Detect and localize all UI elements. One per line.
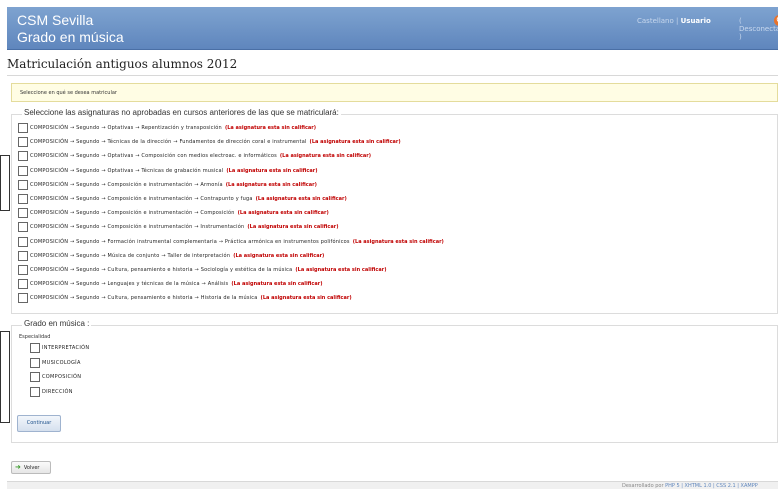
degree-fieldset: Grado en música : Especialidad INTERPRET… bbox=[11, 319, 778, 443]
subject-warning: (La asignatura esta sin calificar) bbox=[279, 153, 372, 160]
footer: Desarrollado por PHP 5 | XHTML 1.0 | CSS… bbox=[7, 481, 778, 489]
back-label: Volver bbox=[23, 464, 40, 471]
subject-warning: (La asignatura esta sin calificar) bbox=[237, 210, 329, 217]
user-area: Castellano | Usuario bbox=[637, 17, 711, 25]
back-arrow-icon: ➜ bbox=[15, 463, 21, 471]
subject-label: COMPOSICIÓN → Segundo → Técnicas de la d… bbox=[30, 139, 307, 146]
subject-warning: (La asignatura esta sin calificar) bbox=[233, 252, 325, 259]
specialty-option[interactable]: COMPOSICIÓN bbox=[30, 371, 81, 383]
specialty-option[interactable]: INTERPRETACIÓN bbox=[30, 342, 89, 354]
subject-warning: (La asignatura esta sin calificar) bbox=[309, 139, 401, 146]
logout-link[interactable]: ( Desconectar ) bbox=[739, 17, 778, 41]
specialty-option[interactable]: DIRECCIÓN bbox=[30, 386, 73, 398]
language-link[interactable]: Castellano | bbox=[637, 17, 678, 25]
specialty-checkbox[interactable] bbox=[30, 386, 40, 397]
subject-row[interactable]: COMPOSICIÓN → Segundo → Composición e in… bbox=[18, 179, 317, 191]
subject-label: COMPOSICIÓN → Segundo → Lenguajes y técn… bbox=[30, 281, 229, 288]
app-header: CSM Sevilla Grado en música Castellano |… bbox=[7, 7, 778, 50]
subject-checkbox[interactable] bbox=[18, 265, 28, 275]
subject-checkbox[interactable] bbox=[18, 123, 28, 133]
page-title: Matriculación antiguos alumnos 2012 bbox=[7, 57, 238, 71]
specialty-checkbox[interactable] bbox=[30, 357, 40, 368]
subject-label: COMPOSICIÓN → Segundo → Formación instru… bbox=[30, 238, 350, 245]
subject-warning: (La asignatura esta sin calificar) bbox=[295, 267, 387, 273]
specialty-checkbox[interactable] bbox=[30, 343, 40, 353]
subject-label: COMPOSICIÓN → Segundo → Optativas → Técn… bbox=[30, 167, 224, 174]
subject-checkbox[interactable] bbox=[18, 236, 28, 247]
side-bracket-bottom bbox=[0, 331, 10, 423]
subject-row[interactable]: COMPOSICIÓN → Segundo → Composición e in… bbox=[18, 207, 329, 219]
subject-checkbox[interactable] bbox=[18, 279, 28, 290]
subject-warning: (La asignatura esta sin calificar) bbox=[260, 295, 352, 302]
subject-row[interactable]: COMPOSICIÓN → Segundo → Música de conjun… bbox=[18, 250, 324, 262]
subject-checkbox[interactable] bbox=[18, 151, 28, 162]
subject-warning: (La asignatura esta sin calificar) bbox=[225, 181, 317, 188]
subject-label: COMPOSICIÓN → Segundo → Cultura, pensami… bbox=[30, 295, 258, 302]
power-icon[interactable]: ⏻ bbox=[774, 15, 778, 26]
subject-label: COMPOSICIÓN → Segundo → Cultura, pensami… bbox=[30, 267, 293, 273]
subject-label: COMPOSICIÓN → Segundo → Composición e in… bbox=[30, 210, 235, 217]
app-subtitle: Grado en música bbox=[17, 29, 124, 45]
footer-credits: Desarrollado por PHP 5 | XHTML 1.0 | CSS… bbox=[622, 483, 758, 489]
subject-row[interactable]: COMPOSICIÓN → Segundo → Optativas → Técn… bbox=[18, 165, 317, 177]
subjects-fieldset: Seleccione las asignaturas no aprobadas … bbox=[11, 108, 778, 314]
subject-warning: (La asignatura esta sin calificar) bbox=[226, 167, 318, 174]
subject-label: COMPOSICIÓN → Segundo → Optativas → Comp… bbox=[30, 153, 277, 160]
subject-checkbox[interactable] bbox=[18, 137, 28, 148]
subject-checkbox[interactable] bbox=[18, 222, 28, 233]
subject-checkbox[interactable] bbox=[18, 194, 28, 204]
degree-legend: Grado en música : bbox=[22, 319, 92, 328]
specialty-label: MUSICOLOGÍA bbox=[42, 359, 81, 366]
subject-row[interactable]: COMPOSICIÓN → Segundo → Composición e in… bbox=[18, 221, 338, 233]
back-button[interactable]: ➜ Volver bbox=[11, 461, 51, 474]
subject-warning: (La asignatura esta sin calificar) bbox=[231, 281, 323, 288]
subject-row[interactable]: COMPOSICIÓN → Segundo → Lenguajes y técn… bbox=[18, 278, 322, 290]
subject-checkbox[interactable] bbox=[18, 208, 28, 219]
subject-warning: (La asignatura esta sin calificar) bbox=[247, 224, 339, 231]
subject-label: COMPOSICIÓN → Segundo → Composición e in… bbox=[30, 181, 223, 188]
notice-banner: Seleccione en qué se desea matricular bbox=[11, 83, 778, 102]
subject-label: COMPOSICIÓN → Segundo → Música de conjun… bbox=[30, 252, 231, 259]
side-bracket-top bbox=[0, 155, 10, 211]
subject-checkbox[interactable] bbox=[18, 179, 28, 190]
subject-warning: (La asignatura esta sin calificar) bbox=[352, 238, 444, 245]
subject-warning: (La asignatura esta sin calificar) bbox=[224, 125, 317, 131]
specialty-option[interactable]: MUSICOLOGÍA bbox=[30, 357, 81, 369]
subject-label: COMPOSICIÓN → Segundo → Composición e in… bbox=[30, 224, 245, 231]
subject-row[interactable]: COMPOSICIÓN → Segundo → Optativas → Comp… bbox=[18, 150, 371, 162]
specialty-label: COMPOSICIÓN bbox=[42, 374, 82, 380]
title-divider bbox=[7, 75, 778, 76]
app-title: CSM Sevilla bbox=[17, 12, 94, 28]
subject-warning: (La asignatura esta sin calificar) bbox=[255, 196, 347, 202]
subject-label: COMPOSICIÓN → Segundo → Composición e in… bbox=[30, 196, 253, 202]
user-name: Usuario bbox=[680, 17, 711, 25]
specialty-label: INTERPRETACIÓN bbox=[42, 345, 90, 351]
specialty-checkbox[interactable] bbox=[30, 372, 40, 382]
subject-row[interactable]: COMPOSICIÓN → Segundo → Técnicas de la d… bbox=[18, 136, 401, 148]
subjects-legend: Seleccione las asignaturas no aprobadas … bbox=[22, 108, 341, 117]
subject-checkbox[interactable] bbox=[18, 165, 28, 176]
subject-checkbox[interactable] bbox=[18, 250, 28, 261]
subject-row[interactable]: COMPOSICIÓN → Segundo → Cultura, pensami… bbox=[18, 292, 352, 304]
credits-prefix: Desarrollado por bbox=[622, 483, 664, 489]
credits-links[interactable]: PHP 5 | XHTML 1.0 | CSS 2.1 | XAMPP bbox=[665, 483, 758, 489]
continue-button[interactable]: Continuar bbox=[17, 415, 61, 432]
subject-row[interactable]: COMPOSICIÓN → Segundo → Cultura, pensami… bbox=[18, 264, 386, 276]
specialty-label: Especialidad bbox=[19, 334, 51, 340]
subject-row[interactable]: COMPOSICIÓN → Segundo → Composición e in… bbox=[18, 193, 347, 205]
specialty-label: DIRECCIÓN bbox=[42, 388, 73, 395]
subject-row[interactable]: COMPOSICIÓN → Segundo → Formación instru… bbox=[18, 236, 444, 248]
subject-label: COMPOSICIÓN → Segundo → Optativas → Repe… bbox=[30, 125, 222, 131]
subject-row[interactable]: COMPOSICIÓN → Segundo → Optativas → Repe… bbox=[18, 122, 316, 134]
subject-checkbox[interactable] bbox=[18, 293, 28, 304]
